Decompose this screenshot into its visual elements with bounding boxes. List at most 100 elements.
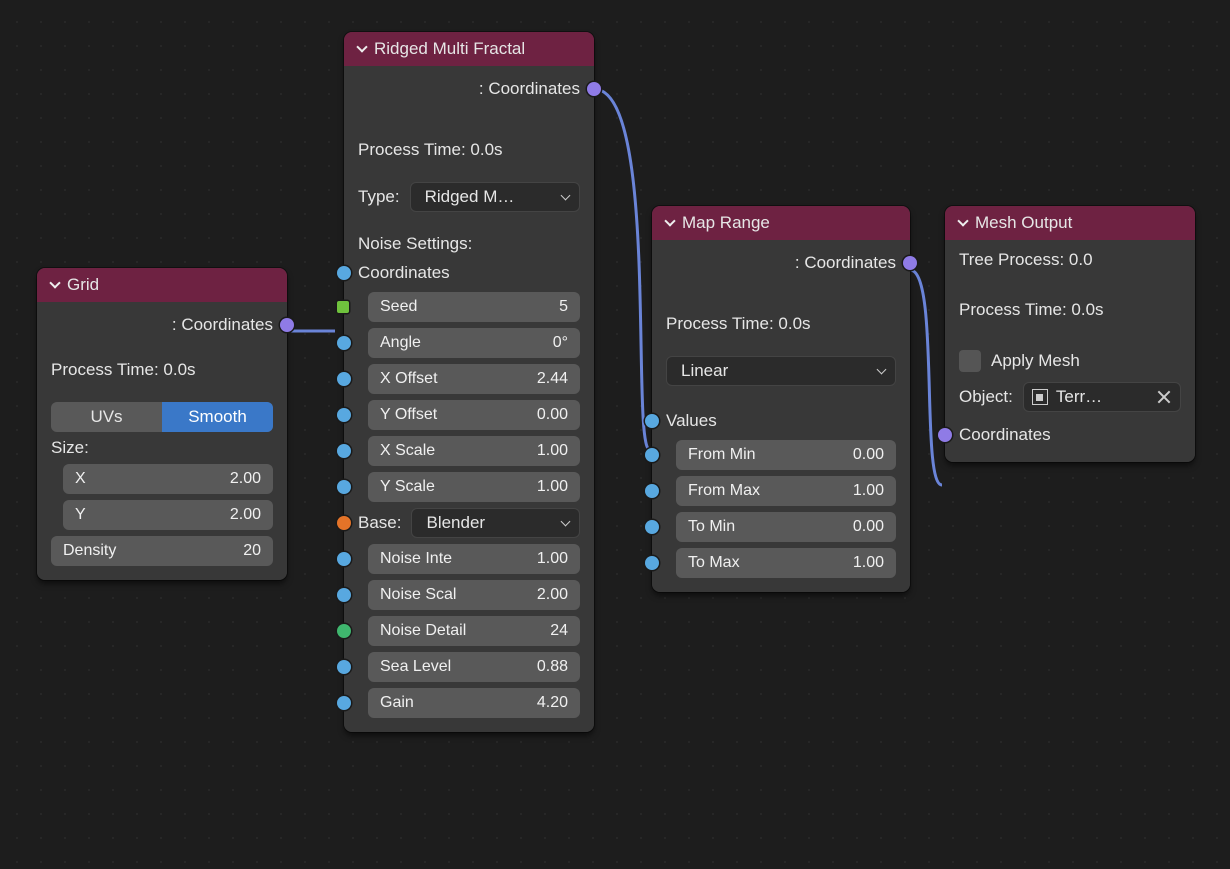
field-label: To Min [688,518,735,536]
field-value: 1.00 [853,482,884,500]
noise-intensity-row[interactable]: Noise Inte 1.00 [358,544,580,574]
socket-in-values[interactable] [645,414,659,428]
field-value: 20 [243,542,261,560]
node-title: Map Range [682,213,770,233]
socket-in-from-max[interactable] [645,484,659,498]
socket-in-sea-level[interactable] [337,660,351,674]
interpolation-dropdown[interactable]: Linear [666,356,896,386]
chevron-down-icon [561,517,571,527]
node-title: Ridged Multi Fractal [374,39,525,59]
socket-in-angle[interactable] [337,336,351,350]
object-field[interactable]: Terr… [1023,382,1181,412]
size-y-field[interactable]: Y 2.00 [63,500,273,530]
socket-in-to-min[interactable] [645,520,659,534]
apply-mesh-label: Apply Mesh [991,351,1080,371]
y-scale-row[interactable]: Y Scale 1.00 [358,472,580,502]
output-label: : Coordinates [172,315,273,335]
apply-mesh-checkbox[interactable] [959,350,981,372]
seed-row[interactable]: Seed 5 [358,292,580,322]
chevron-down-icon [561,191,571,201]
field-value: 1.00 [853,554,884,572]
field-value: 1.00 [537,442,568,460]
socket-in-noise-scale[interactable] [337,588,351,602]
socket-out[interactable] [587,82,601,96]
output-coordinates[interactable]: : Coordinates [51,312,273,338]
base-dropdown[interactable]: Blender [411,508,580,538]
socket-in-noise-detail[interactable] [337,624,351,638]
from-max-row[interactable]: From Max 1.00 [666,476,896,506]
size-x-field[interactable]: X 2.00 [63,464,273,494]
clear-object-icon[interactable] [1156,389,1172,405]
node-mesh-output[interactable]: Mesh Output Tree Process: 0.0 Process Ti… [945,206,1195,462]
socket-in-coordinates[interactable] [337,266,351,280]
socket-in-to-max[interactable] [645,556,659,570]
socket-in-from-min[interactable] [645,448,659,462]
field-label: Noise Scal [380,586,456,604]
sea-level-row[interactable]: Sea Level 0.88 [358,652,580,682]
type-dropdown[interactable]: Ridged M… [410,182,580,212]
socket-in-gain[interactable] [337,696,351,710]
node-grid[interactable]: Grid : Coordinates Process Time: 0.0s UV… [37,268,287,580]
field-label: Y Scale [380,478,435,496]
angle-row[interactable]: Angle 0° [358,328,580,358]
field-label: To Max [688,554,740,572]
field-label: X Offset [380,370,438,388]
object-row[interactable]: Object: Terr… [959,382,1181,412]
x-scale-row[interactable]: X Scale 1.00 [358,436,580,466]
field-label: From Min [688,446,756,464]
apply-mesh-row[interactable]: Apply Mesh [959,350,1181,372]
node-header-ridged[interactable]: Ridged Multi Fractal [344,32,594,66]
node-header-mesh-output[interactable]: Mesh Output [945,206,1195,240]
socket-in-yoffset[interactable] [337,408,351,422]
field-value: 2.00 [230,470,261,488]
socket-in-xscale[interactable] [337,444,351,458]
field-label: Noise Inte [380,550,452,568]
field-label: Y [75,506,86,524]
base-row[interactable]: Base: Blender [358,508,580,538]
gain-row[interactable]: Gain 4.20 [358,688,580,718]
node-ridged-multi-fractal[interactable]: Ridged Multi Fractal : Coordinates Proce… [344,32,594,732]
from-min-row[interactable]: From Min 0.00 [666,440,896,470]
socket-in-xoffset[interactable] [337,372,351,386]
field-value: 2.00 [230,506,261,524]
output-ref[interactable]: : Coordinates [358,76,580,102]
noise-detail-row[interactable]: Noise Detail 24 [358,616,580,646]
object-data-icon [1032,389,1048,405]
field-label: Noise Detail [380,622,466,640]
noise-scale-row[interactable]: Noise Scal 2.00 [358,580,580,610]
node-map-range[interactable]: Map Range : Coordinates Process Time: 0.… [652,206,910,592]
socket-in-noise-int[interactable] [337,552,351,566]
mode-segmented[interactable]: UVs Smooth [51,402,273,432]
input-label: Coordinates [358,263,450,283]
x-offset-row[interactable]: X Offset 2.44 [358,364,580,394]
uvs-button[interactable]: UVs [51,402,162,432]
y-offset-row[interactable]: Y Offset 0.00 [358,400,580,430]
node-header-map-range[interactable]: Map Range [652,206,910,240]
socket-out-coordinates[interactable] [280,318,294,332]
field-value: 0.00 [853,446,884,464]
chevron-down-icon [664,215,675,226]
node-header-grid[interactable]: Grid [37,268,287,302]
chevron-down-icon [49,277,60,288]
smooth-button[interactable]: Smooth [162,402,273,432]
density-field[interactable]: Density 20 [51,536,273,566]
input-values[interactable]: Values [666,408,896,434]
field-label: Gain [380,694,414,712]
dropdown-value: Linear [681,361,728,381]
socket-in-seed[interactable] [337,301,349,313]
output-ref[interactable]: : Coordinates [666,250,896,276]
base-label: Base: [358,513,401,533]
to-max-row[interactable]: To Max 1.00 [666,548,896,578]
socket-out[interactable] [903,256,917,270]
field-label: X [75,470,86,488]
process-time: Process Time: 0.0s [666,314,896,334]
to-min-row[interactable]: To Min 0.00 [666,512,896,542]
field-label: Density [63,542,116,560]
input-coordinates[interactable]: Coordinates [358,260,580,286]
field-value: 1.00 [537,478,568,496]
socket-in-coordinates[interactable] [938,428,952,442]
input-coordinates[interactable]: Coordinates [959,422,1181,448]
field-value: 1.00 [537,550,568,568]
socket-in-base[interactable] [337,516,351,530]
socket-in-yscale[interactable] [337,480,351,494]
